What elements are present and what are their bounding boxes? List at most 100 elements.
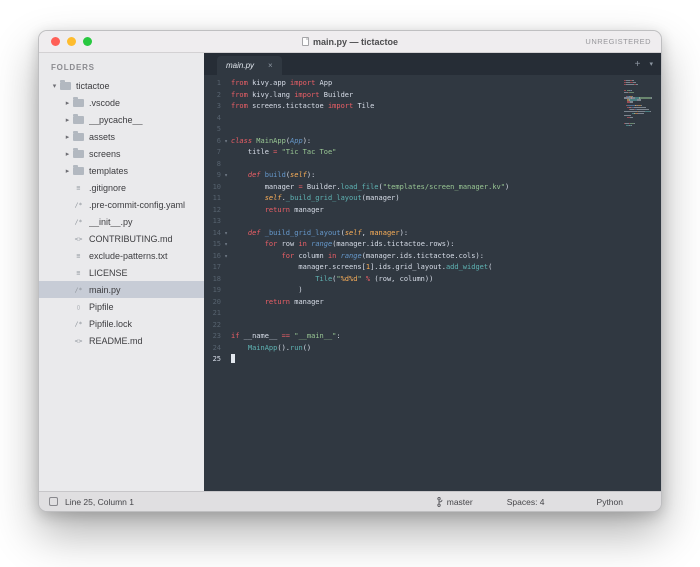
code-token [231,275,315,283]
chevron-right-icon[interactable]: ▸ [62,116,73,124]
tab-main-py[interactable]: main.py × [217,56,282,75]
code-line-2[interactable]: 2from kivy.lang import Builder [204,90,661,102]
fold-gutter-spacer [221,159,231,171]
code-line-12[interactable]: 12 return manager [204,205,661,217]
code-token: ) [505,183,509,191]
fold-gutter-spacer [221,262,231,274]
code-line-21[interactable]: 21 [204,308,661,320]
code-token: build [265,171,286,179]
code-line-7[interactable]: 7 title = "Tic Tac Toe" [204,147,661,159]
zoom-window-icon[interactable] [83,37,92,46]
code-line-17[interactable]: 17 manager.screens[1].ids.grid_layout.ad… [204,262,661,274]
indentation-status[interactable]: Spaces: 4 [507,497,545,507]
tree-file-Pipfile.lock[interactable]: /*Pipfile.lock [39,315,204,332]
git-branch-status[interactable]: master [437,497,473,507]
fold-gutter-spacer [221,147,231,159]
code-token: from [231,91,248,99]
fold-chevron-icon[interactable]: ▾ [221,251,231,263]
tree-folder-tictactoe[interactable]: ▾tictactoe [39,77,204,94]
tree-folder-assets[interactable]: ▸assets [39,128,204,145]
tab-overflow-icon[interactable]: ▾ [649,60,653,68]
minimap-token [631,125,632,126]
code-line-16[interactable]: 16▾ for column in range(manager.ids.tict… [204,251,661,263]
code-line-6[interactable]: 6▾class MainApp(App): [204,136,661,148]
fold-chevron-icon[interactable]: ▾ [221,228,231,240]
code-token: "Tic Tac Toe" [282,148,337,156]
code-line-4[interactable]: 4 [204,113,661,125]
code-line-10[interactable]: 10 manager = Builder.load_file("template… [204,182,661,194]
code-token [231,298,265,306]
tree-file-exclude-patterns.txt[interactable]: ≡exclude-patterns.txt [39,247,204,264]
syntax-status[interactable]: Python [597,497,623,507]
file-type-icon: /* [73,320,84,328]
line-number: 7 [204,147,221,159]
code-line-20[interactable]: 20 return manager [204,297,661,309]
line-number: 17 [204,262,221,274]
status-right: master Spaces: 4 Python [437,497,651,507]
fold-chevron-icon[interactable]: ▾ [221,136,231,148]
code-line-25[interactable]: 25 [204,354,661,366]
code-area[interactable]: 1from kivy.app import App2from kivy.lang… [204,75,661,491]
tree-folder-__pycache__[interactable]: ▸__pycache__ [39,111,204,128]
code-token: Builder [320,91,354,99]
chevron-right-icon[interactable]: ▸ [62,99,73,107]
code-text: manager.screens[1].ids.grid_layout.add_w… [231,262,492,274]
editor-pane[interactable]: main.py × + ▾ 1from kivy.app import App2… [204,53,661,491]
line-number: 13 [204,216,221,228]
titlebar[interactable]: main.py — tictactoe UNREGISTERED [39,31,661,53]
tree-item-label: .gitignore [89,183,126,193]
code-line-5[interactable]: 5 [204,124,661,136]
code-line-1[interactable]: 1from kivy.app import App [204,78,661,90]
code-line-3[interactable]: 3from screens.tictactoe import Tile [204,101,661,113]
chevron-right-icon[interactable]: ▸ [62,150,73,158]
close-tab-icon[interactable]: × [268,62,273,70]
fold-chevron-icon[interactable]: ▾ [221,239,231,251]
sidebar[interactable]: FOLDERS ▾tictactoe▸.vscode▸__pycache__▸a… [39,53,204,491]
chevron-down-icon[interactable]: ▾ [49,82,60,90]
tree-folder-screens[interactable]: ▸screens [39,145,204,162]
chevron-right-icon[interactable]: ▸ [62,133,73,141]
code-token: def [248,229,261,237]
code-text [231,354,235,366]
code-token: return [265,206,290,214]
tree-file-main.py[interactable]: /*main.py [39,281,204,298]
code-line-14[interactable]: 14▾ def _build_grid_layout(self, manager… [204,228,661,240]
tree-file-README.md[interactable]: <>README.md [39,332,204,349]
panel-toggle-icon[interactable] [49,497,58,506]
code-line-23[interactable]: 23if __name__ == "__main__": [204,331,661,343]
code-token: import [294,91,319,99]
tree-folder-.vscode[interactable]: ▸.vscode [39,94,204,111]
code-line-8[interactable]: 8 [204,159,661,171]
minimize-window-icon[interactable] [67,37,76,46]
tree-folder-templates[interactable]: ▸templates [39,162,204,179]
code-token: self [290,171,307,179]
close-window-icon[interactable] [51,37,60,46]
tree-file-.gitignore[interactable]: ≡.gitignore [39,179,204,196]
line-number: 20 [204,297,221,309]
new-tab-icon[interactable]: + [635,59,641,70]
code-line-19[interactable]: 19 ) [204,285,661,297]
chevron-right-icon[interactable]: ▸ [62,167,73,175]
code-line-18[interactable]: 18 Tile("%d%d" % (row, column)) [204,274,661,286]
code-line-13[interactable]: 13 [204,216,661,228]
minimap-token [638,113,644,114]
tree-file-Pipfile[interactable]: ▯Pipfile [39,298,204,315]
code-line-24[interactable]: 24 MainApp().run() [204,343,661,355]
code-line-15[interactable]: 15▾ for row in range(manager.ids.tictact… [204,239,661,251]
tree-file-.pre-commit-config.yaml[interactable]: /*.pre-commit-config.yaml [39,196,204,213]
tree-file-CONTRIBUTING.md[interactable]: <>CONTRIBUTING.md [39,230,204,247]
fold-chevron-icon[interactable]: ▾ [221,170,231,182]
line-number: 25 [204,354,221,366]
minimap[interactable] [622,79,658,129]
tree-file-__init__.py[interactable]: /*__init__.py [39,213,204,230]
code-line-9[interactable]: 9▾ def build(self): [204,170,661,182]
tab-bar: main.py × + ▾ [204,53,661,75]
file-type-icon: /* [73,201,84,209]
code-line-11[interactable]: 11 self._build_grid_layout(manager) [204,193,661,205]
code-line-22[interactable]: 22 [204,320,661,332]
code-token: App [315,79,332,87]
fold-gutter-spacer [221,78,231,90]
code-token [231,240,265,248]
code-token: class [231,137,252,145]
tree-file-LICENSE[interactable]: ≡LICENSE [39,264,204,281]
